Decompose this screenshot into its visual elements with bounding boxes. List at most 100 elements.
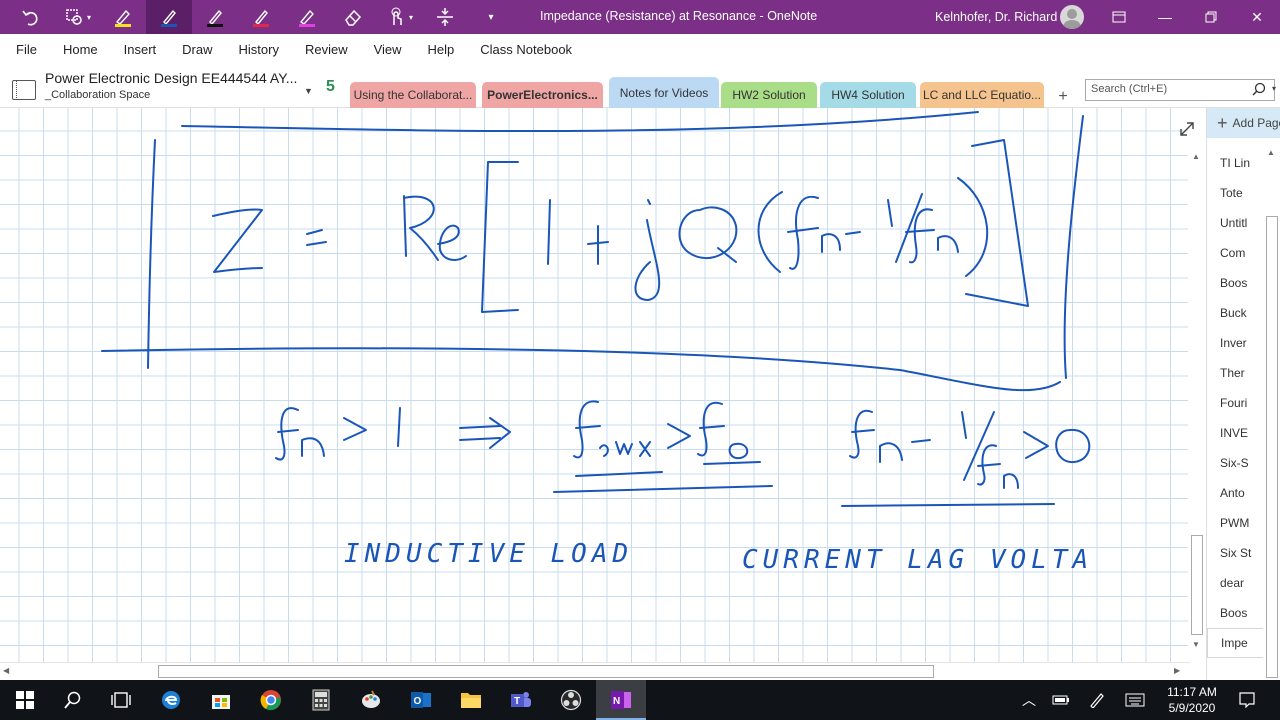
add-page-button[interactable]: + Add Page	[1207, 108, 1280, 138]
notebook-title[interactable]: Power Electronic Design EE444544 AY...	[45, 70, 297, 86]
store-button[interactable]	[196, 680, 246, 720]
scroll-thumb[interactable]	[1191, 535, 1203, 635]
teams-button[interactable]: T	[496, 680, 546, 720]
chevron-down-icon[interactable]: ▼	[304, 86, 313, 96]
touch-draw-button[interactable]: ▾	[376, 0, 422, 34]
chevron-down-icon[interactable]: ▾	[1272, 84, 1276, 93]
file-explorer-button[interactable]	[446, 680, 496, 720]
page-item[interactable]: Fouri	[1207, 388, 1263, 418]
start-button[interactable]	[0, 680, 50, 720]
highlighter-yellow-button[interactable]	[100, 0, 146, 34]
note-canvas[interactable]: INDUCTIVE LOAD CURRENT LAG VOLTA	[0, 108, 1188, 662]
pen-workspace-icon[interactable]	[1084, 680, 1110, 720]
scroll-left-icon[interactable]: ◀	[3, 666, 9, 675]
lasso-select-button[interactable]: ▾	[54, 0, 100, 34]
page-item[interactable]: INVE	[1207, 418, 1263, 448]
ink-paren-left	[757, 191, 783, 273]
close-button[interactable]: ✕	[1234, 0, 1280, 34]
scroll-thumb[interactable]	[158, 665, 934, 678]
sync-status[interactable]: 5	[326, 78, 335, 96]
pen-blue-button[interactable]	[146, 0, 192, 34]
page-item[interactable]: Untitl	[1207, 208, 1263, 238]
calculator-button[interactable]	[296, 680, 346, 720]
scroll-thumb[interactable]	[1266, 216, 1278, 678]
notebook-icon[interactable]	[12, 80, 36, 100]
system-clock[interactable]: 11:17 AM 5/9/2020	[1160, 684, 1224, 716]
ink-one-over	[887, 199, 893, 227]
menu-review[interactable]: Review	[292, 42, 361, 57]
section-tab-label: LC and LLC Equatio...	[922, 88, 1042, 102]
obs-button[interactable]	[546, 680, 596, 720]
menu-help[interactable]: Help	[415, 42, 468, 57]
highlighter-magenta-button[interactable]	[284, 0, 330, 34]
menu-draw[interactable]: Draw	[169, 42, 225, 57]
pen-black-button[interactable]	[192, 0, 238, 34]
page-item[interactable]: Com	[1207, 238, 1263, 268]
scroll-up-icon[interactable]: ▲	[1192, 152, 1200, 161]
plus-icon: +	[1217, 112, 1228, 133]
section-tab-using-collaboration[interactable]: Using the Collaborat...	[350, 82, 476, 108]
vertical-scrollbar[interactable]: ▲ ▼	[1188, 150, 1206, 662]
horizontal-scrollbar[interactable]: ◀ ▶	[0, 662, 1190, 680]
scroll-down-icon[interactable]: ▼	[1192, 640, 1200, 649]
page-item[interactable]: PWM	[1207, 508, 1263, 538]
scroll-right-icon[interactable]: ▶	[1174, 666, 1180, 675]
section-tab-notes-for-videos[interactable]: Notes for Videos	[609, 77, 719, 108]
ribbon-display-button[interactable]	[1096, 0, 1142, 34]
ink-inductive-load: INDUCTIVE LOAD	[344, 539, 633, 569]
avatar[interactable]	[1060, 5, 1084, 29]
scroll-up-icon[interactable]: ▲	[1267, 148, 1275, 157]
page-item[interactable]: Inver	[1207, 328, 1263, 358]
eraser-button[interactable]	[330, 0, 376, 34]
section-tab-lc-and-llc[interactable]: LC and LLC Equatio...	[920, 82, 1044, 108]
menu-view[interactable]: View	[361, 42, 415, 57]
restore-button[interactable]	[1188, 0, 1234, 34]
notification-center-icon[interactable]	[1234, 680, 1260, 720]
page-item[interactable]: Buck	[1207, 298, 1263, 328]
page-item[interactable]: Ther	[1207, 358, 1263, 388]
add-section-button[interactable]: +	[1050, 86, 1076, 108]
outlook-button[interactable]: O	[396, 680, 446, 720]
paint-icon	[362, 690, 380, 708]
battery-icon[interactable]	[1048, 680, 1074, 720]
section-tab-hw2-solution[interactable]: HW2 Solution	[721, 82, 817, 108]
task-view-button[interactable]	[96, 680, 146, 720]
page-item[interactable]: Six St	[1207, 538, 1263, 568]
notebook-section-group[interactable]: _Collaboration Space	[45, 89, 150, 101]
paint-button[interactable]	[346, 680, 396, 720]
search-box[interactable]: Search (Ctrl+E) ▾	[1085, 79, 1276, 101]
menu-insert[interactable]: Insert	[111, 42, 170, 57]
page-list-scrollbar[interactable]: ▲	[1263, 146, 1280, 680]
search-placeholder: Search (Ctrl+E)	[1091, 83, 1168, 95]
page-item[interactable]: Boos	[1207, 268, 1263, 298]
page-item[interactable]: Anto	[1207, 478, 1263, 508]
page-item[interactable]: Boos	[1207, 598, 1263, 628]
touch-draw-icon	[391, 7, 402, 25]
menu-history[interactable]: History	[226, 42, 292, 57]
menu-home[interactable]: Home	[50, 42, 111, 57]
section-tab-label: HW2 Solution	[732, 88, 806, 102]
expand-icon[interactable]	[1178, 120, 1196, 138]
pen-red-button[interactable]	[238, 0, 284, 34]
page-item-active[interactable]: Impe	[1207, 628, 1263, 658]
undo-button[interactable]	[8, 0, 54, 34]
page-item[interactable]: Six-S	[1207, 448, 1263, 478]
onenote-button[interactable]: N	[596, 680, 646, 720]
chrome-button[interactable]	[246, 680, 296, 720]
touch-keyboard-icon[interactable]	[1120, 680, 1150, 720]
minimize-button[interactable]: —	[1142, 0, 1188, 34]
search-icon[interactable]	[1252, 82, 1266, 96]
edge-button[interactable]	[146, 680, 196, 720]
customize-toolbar-button[interactable]: ▾	[468, 0, 514, 34]
page-item[interactable]: Tote	[1207, 178, 1263, 208]
page-item[interactable]: dear	[1207, 568, 1263, 598]
user-name[interactable]: Kelnhofer, Dr. Richard	[935, 10, 1057, 24]
menu-class-notebook[interactable]: Class Notebook	[467, 42, 585, 57]
section-tab-powerelectronics[interactable]: PowerElectronics...	[482, 82, 603, 108]
menu-file[interactable]: File	[0, 42, 50, 57]
show-hidden-icons-button[interactable]: ︿	[1018, 680, 1040, 720]
taskbar-search-button[interactable]	[48, 680, 98, 720]
insert-space-button[interactable]	[422, 0, 468, 34]
section-tab-hw4-solution[interactable]: HW4 Solution	[820, 82, 916, 108]
page-item[interactable]: TI Lin	[1207, 148, 1263, 178]
